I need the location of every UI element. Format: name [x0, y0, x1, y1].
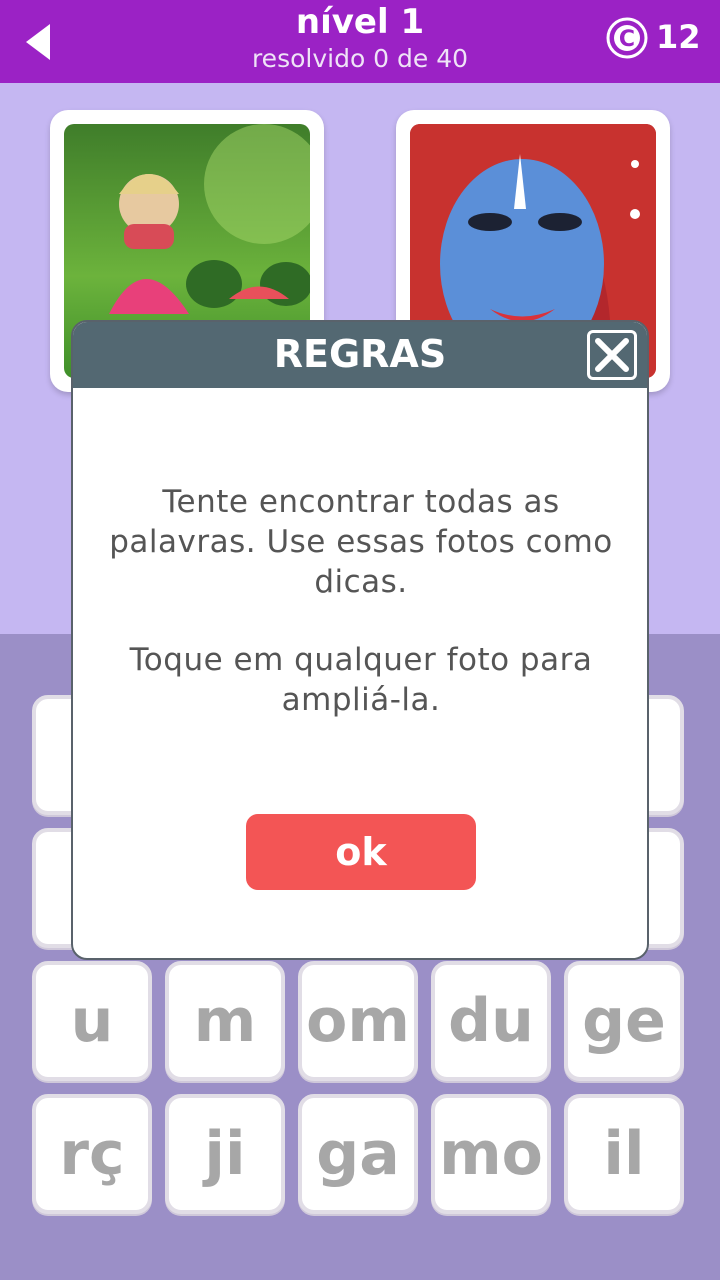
- top-bar: nível 1 resolvido 0 de 40 C 12: [0, 0, 720, 83]
- close-icon: [595, 338, 629, 372]
- rules-dialog: REGRAS Tente encontrar todas as palavras…: [71, 320, 649, 960]
- letter-tile[interactable]: mo: [431, 1094, 551, 1214]
- letter-tile[interactable]: ji: [165, 1094, 285, 1214]
- letter-tile[interactable]: il: [564, 1094, 684, 1214]
- ok-button[interactable]: ok: [246, 814, 476, 890]
- rules-text-2: Toque em qualquer foto para ampliá-la.: [129, 642, 593, 718]
- letter-tile[interactable]: u: [32, 961, 152, 1081]
- rules-dialog-header: REGRAS: [73, 322, 647, 388]
- letter-tile[interactable]: rç: [32, 1094, 152, 1214]
- rules-dialog-title: REGRAS: [273, 332, 447, 376]
- coin-icon: C: [606, 17, 648, 59]
- letter-tile[interactable]: m: [165, 961, 285, 1081]
- letter-tile[interactable]: du: [431, 961, 551, 1081]
- coin-count: 12: [656, 18, 701, 56]
- letter-tile[interactable]: ge: [564, 961, 684, 1081]
- rules-text-1: Tente encontrar todas as palavras. Use e…: [109, 484, 613, 600]
- letter-tile[interactable]: ga: [298, 1094, 418, 1214]
- letter-tile[interactable]: om: [298, 961, 418, 1081]
- close-button[interactable]: [587, 330, 637, 380]
- svg-text:C: C: [619, 27, 635, 52]
